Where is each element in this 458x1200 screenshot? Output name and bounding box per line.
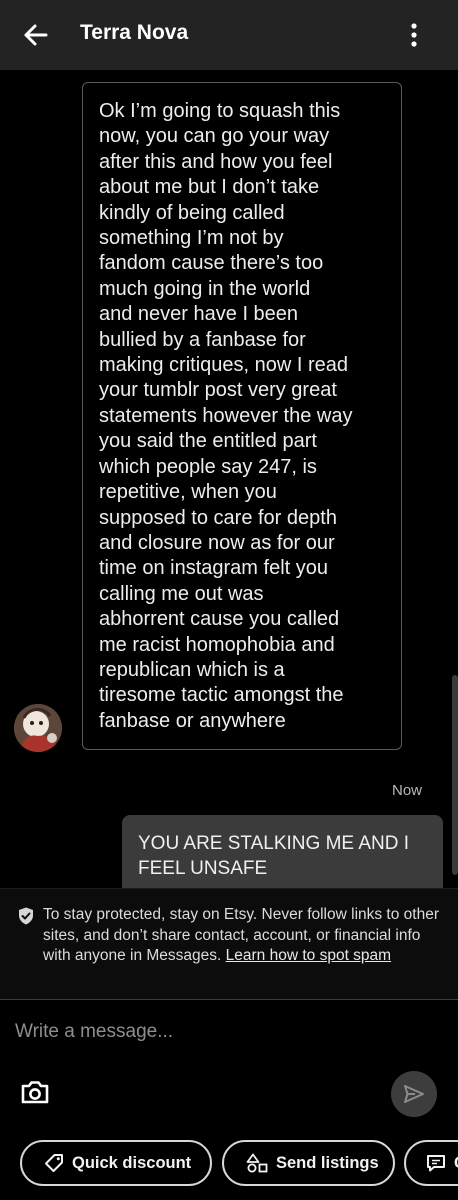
message-composer xyxy=(0,1001,458,1133)
message-icon xyxy=(427,1155,445,1172)
shield-check-icon xyxy=(19,907,33,925)
avatar-image xyxy=(14,704,62,752)
more-options-button[interactable] xyxy=(402,20,426,50)
incoming-message-bubble: Ok I’m going to squash this now, you can… xyxy=(82,82,402,750)
send-listings-button[interactable]: Send listings xyxy=(222,1140,395,1186)
conversation-title: Terra Nova xyxy=(80,21,189,44)
third-quick-action-label: C xyxy=(454,1154,458,1173)
incoming-message-text: Ok I’m going to squash this now, you can… xyxy=(99,100,353,732)
outgoing-message-text: YOU ARE STALKING ME AND I FEEL UNSAFE xyxy=(138,833,409,879)
camera-icon xyxy=(21,1081,49,1104)
send-listings-label: Send listings xyxy=(276,1153,379,1172)
back-button[interactable] xyxy=(20,20,50,50)
third-quick-action-button[interactable]: C xyxy=(404,1140,458,1186)
spam-info-link[interactable]: Learn how to spot spam xyxy=(226,947,391,964)
shapes-icon xyxy=(246,1153,268,1173)
outgoing-message-bubble: YOU ARE STALKING ME AND I FEEL UNSAFE xyxy=(122,815,443,888)
message-input[interactable] xyxy=(15,1015,435,1049)
quick-discount-label: Quick discount xyxy=(72,1153,192,1172)
notice-text: To stay protected, stay on Etsy. Never f… xyxy=(43,905,443,967)
safety-notice: To stay protected, stay on Etsy. Never f… xyxy=(0,888,458,1000)
message-timestamp: Now xyxy=(391,782,422,799)
avatar[interactable] xyxy=(14,704,62,752)
quick-discount-button[interactable]: Quick discount xyxy=(20,1140,212,1186)
tag-icon xyxy=(45,1154,63,1172)
arrow-left-icon xyxy=(24,24,48,46)
quick-action-bar: Quick discount Send listings C xyxy=(0,1136,458,1200)
message-thread[interactable]: Ok I’m going to squash this now, you can… xyxy=(0,70,458,888)
camera-button[interactable] xyxy=(20,1079,50,1105)
scrollbar[interactable] xyxy=(452,675,458,875)
app-header: Terra Nova xyxy=(0,0,458,70)
send-button[interactable] xyxy=(391,1071,437,1117)
send-icon xyxy=(404,1085,424,1103)
kebab-menu-icon xyxy=(411,23,417,47)
